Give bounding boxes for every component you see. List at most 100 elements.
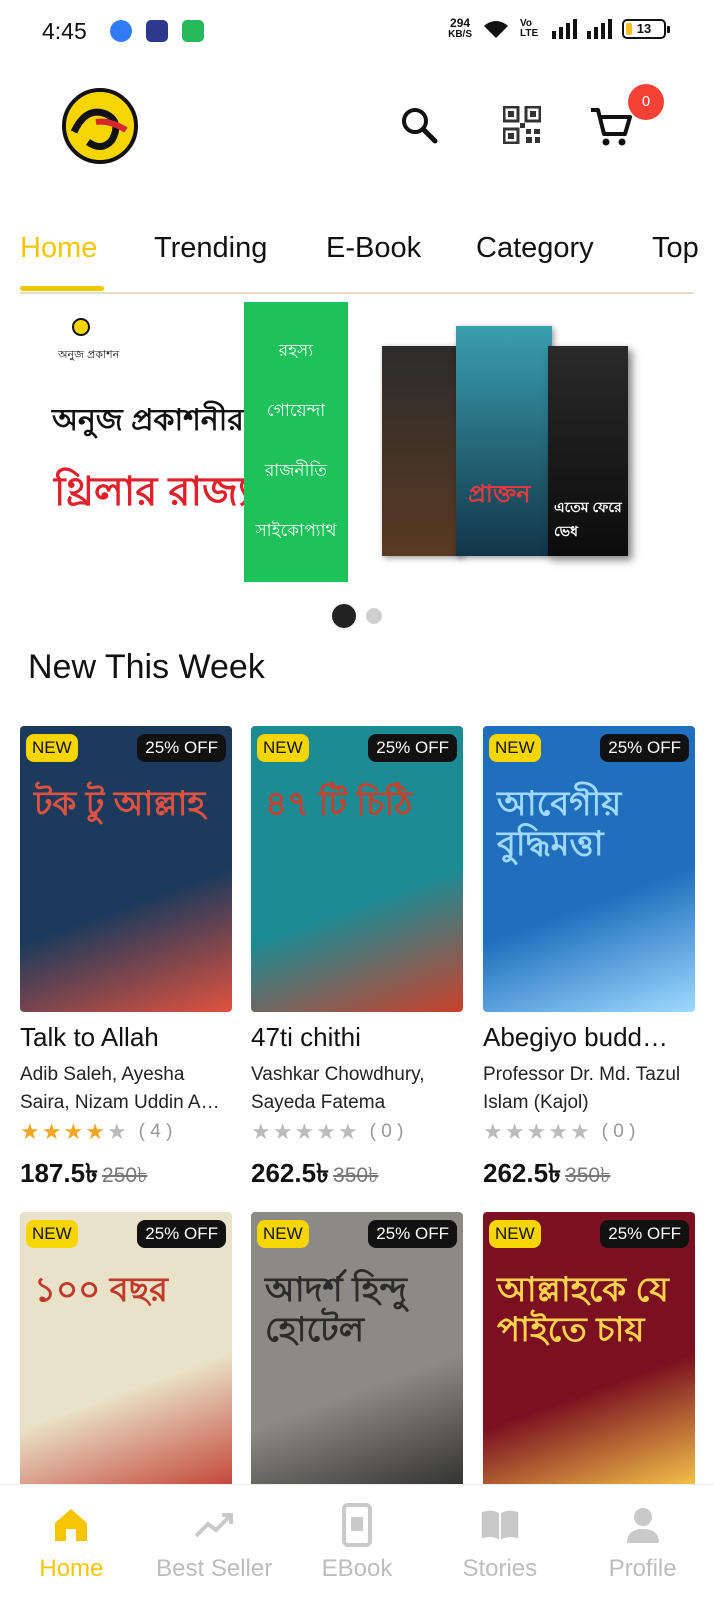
book-cover-title: ১০০ বছর [34, 1271, 168, 1309]
book-price: 262.5৳ 350৳ [251, 1153, 463, 1197]
star-icon: ★ [316, 1119, 336, 1144]
net-speed-value: 294 [450, 16, 471, 30]
discount-badge: 25% OFF [137, 734, 226, 762]
banner-pager [332, 604, 382, 628]
battery-icon: 13 [622, 19, 670, 39]
category-tabs: Home Trending E-Book Category Top [0, 226, 714, 296]
current-price: 262.5৳ [483, 1158, 562, 1188]
discount-badge: 25% OFF [368, 734, 457, 762]
ebook-icon [337, 1503, 377, 1547]
banner-genre: গোয়েন্দা [266, 401, 326, 420]
book-cover[interactable]: আদর্শ হিন্দু হোটেল NEW 25% OFF [251, 1212, 463, 1498]
book-title[interactable]: Talk to Allah [20, 1022, 232, 1053]
bottom-navigation: Home Best Seller EBook Stories Profile [0, 1484, 714, 1599]
star-icon: ★ [569, 1119, 590, 1144]
star-icon: ★ [548, 1119, 568, 1144]
book-price: 262.5৳ 350৳ [483, 1153, 695, 1197]
search-button[interactable] [394, 100, 444, 150]
tab-indicator [20, 286, 104, 291]
book-card[interactable]: টক টু আল্লাহ NEW 25% OFF Talk to Allah Adib … [20, 726, 232, 1197]
new-badge: NEW [26, 734, 78, 762]
nav-stories[interactable]: Stories [428, 1485, 571, 1599]
shield-notification-icon [182, 20, 204, 42]
nav-ebook[interactable]: EBook [286, 1485, 429, 1599]
book-card[interactable]: আবেগীয় বুদ্ধিমত্তা NEW 25% OFF Abegiyo bud… [483, 726, 695, 1197]
star-icon: ★ [526, 1119, 547, 1144]
nav-label: EBook [321, 1555, 393, 1582]
star-icon: ★ [251, 1119, 271, 1144]
qr-code-icon [503, 106, 541, 144]
star-icon: ★ [337, 1119, 358, 1144]
star-icon: ★ [85, 1119, 105, 1144]
nav-label: Profile [608, 1555, 677, 1582]
person-icon [623, 1505, 663, 1545]
new-badge: NEW [26, 1220, 78, 1248]
qr-scan-button[interactable] [497, 100, 547, 150]
star-icon: ★ [294, 1119, 315, 1144]
banner-genre-box: রহস্য গোয়েন্দা রাজনীতি সাইকোপ্যাথ [244, 302, 348, 582]
discount-badge: 25% OFF [137, 1220, 226, 1248]
tab-category[interactable]: Category [476, 232, 594, 265]
book-author: Adib Saleh, Ayesha Saira, Nizam Uddin A… [20, 1064, 220, 1113]
nav-best-seller[interactable]: Best Seller [143, 1485, 286, 1599]
current-price: 187.5৳ [20, 1158, 99, 1188]
book-card[interactable]: ৪৭ টি চিঠি NEW 25% OFF 47ti chithi Vashkar C… [251, 726, 463, 1197]
book-cover[interactable]: টক টু আল্লাহ NEW 25% OFF [20, 726, 232, 1012]
book-card[interactable]: ১০০ বছর NEW 25% OFF [20, 1212, 232, 1498]
volte-icon: Vo LTE [520, 18, 539, 39]
book-rating: ★ ★ ★ ★ ★( 0 ) [251, 1121, 463, 1143]
discount-badge: 25% OFF [600, 1220, 689, 1248]
book-cover[interactable]: ৪৭ টি চিঠি NEW 25% OFF [251, 726, 463, 1012]
status-time: 4:45 [42, 18, 87, 44]
book-card[interactable]: আল্লাহকে যে পাইতে চায় NEW 25% OFF [483, 1212, 695, 1498]
book-author: Vashkar Chowdhury, Sayeda Fatema [251, 1064, 425, 1113]
pager-dot-active[interactable] [332, 604, 356, 628]
banner-headline: অনুজ প্রকাশনীর [52, 404, 244, 437]
home-icon [51, 1505, 91, 1545]
nav-profile[interactable]: Profile [571, 1485, 714, 1599]
new-badge: NEW [489, 734, 541, 762]
book-cover-title: ৪৭ টি চিঠি [265, 785, 413, 823]
cart-button[interactable] [586, 102, 636, 152]
app-logo[interactable] [62, 88, 138, 164]
tab-top[interactable]: Top [652, 232, 699, 265]
tab-home[interactable]: Home [20, 232, 97, 265]
wifi-icon [484, 21, 508, 38]
book-cover[interactable]: ১০০ বছর NEW 25% OFF [20, 1212, 232, 1498]
logo-icon [66, 92, 134, 160]
book-price: 187.5৳ 250৳ [20, 1153, 232, 1197]
book-cover-title: আবেগীয় বুদ্ধিমত্তা [497, 785, 622, 863]
nav-home[interactable]: Home [0, 1485, 143, 1599]
tab-ebook[interactable]: E-Book [326, 232, 421, 265]
book-cover[interactable]: আবেগীয় বুদ্ধিমত্তা NEW 25% OFF [483, 726, 695, 1012]
book-card[interactable]: আদর্শ হিন্দু হোটেল NEW 25% OFF [251, 1212, 463, 1498]
rating-count: ( 0 ) [601, 1121, 636, 1142]
cart-count-badge: 0 [628, 84, 664, 120]
trending-icon [194, 1505, 234, 1545]
promo-banner[interactable]: অনুজ প্রকাশন অনুজ প্রকাশনীর থ্রিলার রাজ্… [20, 300, 694, 590]
banner-genre: রাজনীতি [264, 461, 328, 480]
new-badge: NEW [489, 1220, 541, 1248]
book-cover-title: টক টু আল্লাহ [34, 785, 206, 823]
current-price: 262.5৳ [251, 1158, 330, 1188]
status-bar: 4:45 294 KB/S Vo LTE 13 [0, 0, 714, 64]
banner-logo-icon [72, 318, 90, 336]
signal-icon [552, 19, 577, 39]
section-title: New This Week [28, 648, 265, 686]
book-cover[interactable]: আল্লাহকে যে পাইতে চায় NEW 25% OFF [483, 1212, 695, 1498]
banner-book-cover: এতেম ফেরে ভেধ [548, 346, 628, 556]
star-icon: ★ [272, 1119, 293, 1144]
banner-book-title: প্রাক্তন [468, 481, 531, 508]
book-open-icon [480, 1505, 520, 1545]
book-title[interactable]: 47ti chithi [251, 1022, 463, 1053]
star-icon: ★ [504, 1119, 525, 1144]
nav-label: Home [39, 1555, 104, 1582]
star-icon: ★ [20, 1119, 40, 1144]
discount-badge: 25% OFF [368, 1220, 457, 1248]
star-icon: ★ [483, 1119, 503, 1144]
pager-dot[interactable] [366, 608, 382, 624]
book-cover-title: আল্লাহকে যে পাইতে চায় [497, 1271, 669, 1349]
tab-trending[interactable]: Trending [154, 232, 267, 265]
book-title[interactable]: Abegiyo budd… [483, 1022, 695, 1053]
original-price: 250৳ [102, 1164, 148, 1187]
